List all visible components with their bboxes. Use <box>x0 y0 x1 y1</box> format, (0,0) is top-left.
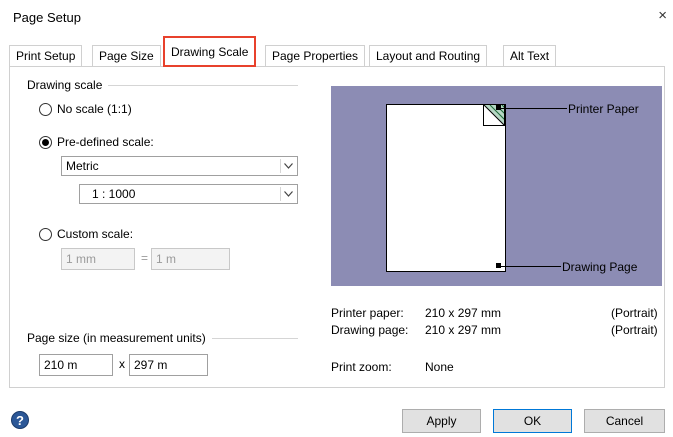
printer-paper-leader <box>501 108 567 109</box>
printer-paper-label: Printer Paper <box>568 102 639 116</box>
chevron-down-icon[interactable] <box>280 159 295 173</box>
apply-button[interactable]: Apply <box>402 409 481 433</box>
tab-drawing-scale[interactable]: Drawing Scale <box>163 36 257 67</box>
scale-ratio-select[interactable]: 1 : 1000 <box>79 184 298 204</box>
radio-indicator <box>39 102 52 116</box>
scale-category-value: Metric <box>66 159 99 173</box>
print-zoom-key: Print zoom: <box>331 360 392 374</box>
radio-indicator <box>39 227 52 241</box>
page-size-group-label: Page size (in measurement units) <box>27 331 212 345</box>
page-width-input[interactable]: 210 m <box>39 354 113 376</box>
custom-scale-equals: = <box>141 251 149 265</box>
print-zoom-value: None <box>425 360 454 374</box>
page-size-separator: x <box>119 357 125 371</box>
chevron-down-icon[interactable] <box>280 187 295 201</box>
scale-category-select[interactable]: Metric <box>61 156 298 176</box>
predefined-scale-label: Pre-defined scale: <box>57 135 154 149</box>
printer-paper-orientation: (Portrait) <box>611 306 658 320</box>
drawing-page-label: Drawing Page <box>562 260 638 274</box>
ok-button[interactable]: OK <box>493 409 572 433</box>
cancel-button[interactable]: Cancel <box>584 409 665 433</box>
printer-paper-key: Printer paper: <box>331 306 404 320</box>
scale-preview: Printer Paper Drawing Page <box>331 86 662 286</box>
predefined-scale-radio[interactable]: Pre-defined scale: <box>39 135 154 149</box>
drawing-page-value: 210 x 297 mm <box>425 323 502 337</box>
tab-page-properties[interactable]: Page Properties <box>265 45 366 67</box>
printer-paper-value: 210 x 297 mm <box>425 306 502 320</box>
close-icon[interactable]: × <box>658 8 667 23</box>
scale-ratio-value: 1 : 1000 <box>92 187 136 201</box>
custom-scale-radio[interactable]: Custom scale: <box>39 227 133 241</box>
drawing-scale-group-label: Drawing scale <box>27 78 109 92</box>
window-title: Page Setup <box>13 10 81 25</box>
drawing-page-key: Drawing page: <box>331 323 409 337</box>
radio-indicator-checked <box>39 135 52 149</box>
no-scale-radio[interactable]: No scale (1:1) <box>39 102 132 116</box>
custom-scale-label: Custom scale: <box>57 227 134 241</box>
tab-alt-text[interactable]: Alt Text <box>503 45 557 67</box>
custom-scale-page-input[interactable]: 1 mm <box>61 248 135 270</box>
tab-print-setup[interactable]: Print Setup <box>9 45 83 67</box>
help-icon[interactable]: ? <box>11 411 29 429</box>
drawing-page-preview <box>386 104 506 272</box>
no-scale-label: No scale (1:1) <box>57 102 132 116</box>
drawing-page-orientation: (Portrait) <box>611 323 658 337</box>
tab-page-size[interactable]: Page Size <box>92 45 161 67</box>
page-height-input[interactable]: 297 m <box>129 354 208 376</box>
drawing-page-leader <box>501 266 561 267</box>
tab-layout-and-routing[interactable]: Layout and Routing <box>369 45 488 67</box>
custom-scale-drawing-input[interactable]: 1 m <box>151 248 230 270</box>
